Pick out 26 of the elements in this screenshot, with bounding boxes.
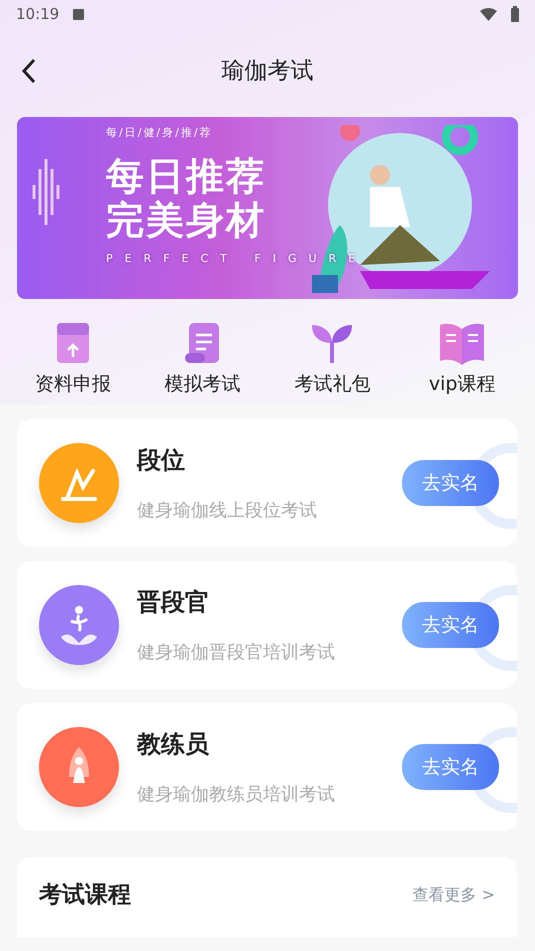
folder-upload-icon	[54, 321, 91, 365]
exam-title: 晋段官	[137, 587, 210, 618]
battery-icon	[511, 6, 519, 22]
shortcut-link[interactable]: 考试礼包	[294, 371, 370, 397]
exam-description: 健身瑜伽教练员培训考试	[137, 783, 336, 806]
page-title: 瑜伽考试	[222, 56, 314, 86]
exam-title: 教练员	[137, 729, 210, 760]
exam-card[interactable]: 晋段官 健身瑜伽晋段官培训考试 去实名	[17, 561, 517, 689]
banner-headline: 完美身材	[106, 198, 267, 242]
banner-tagline: 每/日/健/身/推/荐	[106, 125, 214, 140]
shortcut-link[interactable]: 模拟考试	[164, 371, 241, 397]
shortcut-link[interactable]: 资料申报	[34, 371, 111, 397]
sound-wave-icon	[31, 157, 61, 227]
exam-title: 段位	[137, 445, 186, 476]
book-icon	[438, 321, 486, 365]
status-time: 10:19	[16, 5, 60, 23]
exam-description: 健身瑜伽线上段位考试	[137, 499, 318, 522]
exam-description: 健身瑜伽晋段官培训考试	[137, 641, 336, 664]
exam-card[interactable]: 教练员 健身瑜伽教练员培训考试 去实名	[17, 703, 517, 831]
wifi-icon	[480, 8, 497, 20]
exam-card[interactable]: 段位 健身瑜伽线上段位考试 去实名	[17, 419, 517, 547]
notification-icon	[73, 8, 84, 20]
section-title: 考试课程	[39, 881, 131, 910]
back-icon[interactable]	[20, 58, 38, 84]
shortcut-link[interactable]: vip课程	[428, 371, 496, 397]
banner-headline: 每日推荐	[106, 154, 267, 198]
